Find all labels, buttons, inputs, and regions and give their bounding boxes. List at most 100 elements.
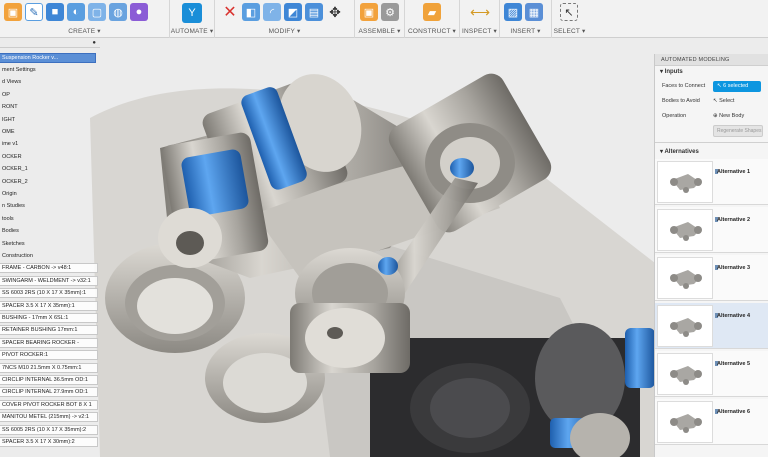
select-label[interactable]: SELECT ▾ xyxy=(552,27,587,35)
toolbar: ▣ ✎ ■ ◐ ▢ ◍ ● CREATE ▾ Y AUTOMATE ▾ ✕ ◧ … xyxy=(0,0,768,38)
browser-item[interactable]: SPACER 3.5 X 17 X 35mm):1 xyxy=(0,300,98,311)
shell-icon[interactable]: ▤ xyxy=(305,3,323,21)
browser-item[interactable]: FRAME - CARBON -> v48:1 xyxy=(0,263,98,274)
browser-item[interactable]: Sketches xyxy=(0,239,60,249)
joint-icon[interactable]: ⚙ xyxy=(381,3,399,21)
alternative-thumbnail[interactable] xyxy=(657,161,713,203)
avoid-selection[interactable]: ↖ Select xyxy=(713,96,734,107)
form-icon[interactable]: ● xyxy=(130,3,148,21)
browser-item[interactable]: Construction xyxy=(0,251,60,261)
browser-item[interactable]: OME xyxy=(0,127,60,137)
browser-item[interactable]: OCKER xyxy=(0,152,60,162)
rocker-preview-icon xyxy=(670,270,702,289)
alternative-name: Alternative 1 xyxy=(717,169,751,175)
browser-item[interactable]: COVER PIVOT ROCKER BOT 8 X 1 xyxy=(0,399,98,410)
browser-item[interactable]: OCKER_1 xyxy=(0,164,60,174)
faces-selection[interactable]: ↖ 6 selected xyxy=(713,81,761,92)
suspension-rocker-model xyxy=(90,73,700,457)
delete-icon[interactable]: ✕ xyxy=(221,3,239,21)
automate-label[interactable]: AUTOMATE ▾ xyxy=(170,27,214,35)
browser-item[interactable]: ime v1 xyxy=(0,139,60,149)
insert-derive-icon[interactable]: ▨ xyxy=(504,3,522,21)
model-viewport[interactable] xyxy=(0,38,768,457)
alternative-thumbnail[interactable] xyxy=(657,305,713,347)
browser-item[interactable]: CIRCLIP INTERNAL 36.5mm OD:1 xyxy=(0,375,98,385)
construct-group[interactable]: ▰ CONSTRUCT ▾ xyxy=(405,0,460,38)
browser-item[interactable]: MANITOU METEL (215mm) -> v2:1 xyxy=(0,412,98,423)
alternative-thumbnail[interactable] xyxy=(657,401,713,443)
browser-item[interactable]: BUSHING - 17mm X 6SL:1 xyxy=(0,313,98,323)
browser-item[interactable]: tools xyxy=(0,214,60,224)
browser-item[interactable]: Bodies xyxy=(0,226,60,236)
inspect-group[interactable]: ⟷ INSPECT ▾ xyxy=(460,0,500,38)
avoid-value: Select xyxy=(719,98,735,104)
new-component-icon[interactable]: ▣ xyxy=(4,3,22,21)
browser-item[interactable]: OP xyxy=(0,90,60,100)
alternatives-header-label: Alternatives xyxy=(664,149,699,155)
chamfer-icon[interactable]: ◩ xyxy=(284,3,302,21)
browser-item[interactable]: OCKER_2 xyxy=(0,177,60,187)
browser-item[interactable]: ment Settings xyxy=(0,65,60,75)
panel-divider xyxy=(655,142,768,143)
extrude-icon[interactable]: ■ xyxy=(46,3,64,21)
insert-label[interactable]: INSERT ▾ xyxy=(500,27,551,35)
move-icon[interactable]: ✥ xyxy=(326,3,344,21)
insert-image-icon[interactable]: ▦ xyxy=(525,3,543,21)
browser-item[interactable]: SPACER 3.5 X 17 X 30mm):2 xyxy=(0,437,98,447)
automated-modeling-icon[interactable]: Y xyxy=(182,3,202,23)
alternative-item[interactable]: Alternative 4 xyxy=(655,303,768,349)
browser-item[interactable]: IGHT xyxy=(0,115,60,125)
alternative-thumbnail[interactable] xyxy=(657,209,713,251)
alternative-item[interactable]: Alternative 6 xyxy=(655,399,768,445)
browser-item[interactable]: SS 6005 2RS (10 X 17 X 35mm):2 xyxy=(0,424,98,435)
select-group[interactable]: ↖ SELECT ▾ xyxy=(552,0,587,38)
create-label[interactable]: CREATE ▾ xyxy=(0,27,169,35)
operation-dropdown[interactable]: ⊕ New Body xyxy=(713,111,744,122)
new-component-assemble-icon[interactable]: ▣ xyxy=(360,3,378,21)
fillet-icon[interactable]: ◜ xyxy=(263,3,281,21)
alternative-thumbnail[interactable] xyxy=(657,353,713,395)
create-group[interactable]: ▣ ✎ ■ ◐ ▢ ◍ ● CREATE ▾ xyxy=(0,0,170,38)
create-sketch-icon[interactable]: ✎ xyxy=(25,3,43,21)
operation-value: New Body xyxy=(719,113,745,119)
modify-group[interactable]: ✕ ◧ ◜ ◩ ▤ ✥ MODIFY ▾ xyxy=(215,0,355,38)
browser-item[interactable]: RONT xyxy=(0,102,60,112)
browser-item[interactable]: SS 6003 2RS (10 X 17 X 35mm):1 xyxy=(0,288,98,299)
automate-group[interactable]: Y AUTOMATE ▾ xyxy=(170,0,215,38)
revolve-icon[interactable]: ◐ xyxy=(67,3,85,21)
sweep-icon[interactable]: ▢ xyxy=(88,3,106,21)
browser-item[interactable]: CIRCLIP INTERNAL 27.9mm OD:1 xyxy=(0,387,98,398)
browser-item[interactable]: 7NCS M10 21.5mm X 0.75mm:1 xyxy=(0,362,98,373)
browser-item[interactable]: PIVOT ROCKER:1 xyxy=(0,350,98,361)
assemble-group[interactable]: ▣ ⚙ ASSEMBLE ▾ xyxy=(355,0,405,38)
browser-item[interactable]: SWINGARM - WELDMENT -> v32:1 xyxy=(0,275,98,286)
rocker-preview-icon xyxy=(670,366,702,385)
browser-item[interactable]: n Studies xyxy=(0,201,60,211)
browser-item[interactable]: Origin xyxy=(0,189,60,199)
inspect-label[interactable]: INSPECT ▾ xyxy=(460,27,499,35)
press-pull-icon[interactable]: ◧ xyxy=(242,3,260,21)
alternative-item[interactable]: Alternative 1 xyxy=(655,159,768,205)
construct-label[interactable]: CONSTRUCT ▾ xyxy=(405,27,459,35)
browser-item[interactable]: SPACER BEARING ROCKER - xyxy=(0,337,98,348)
alternatives-header[interactable]: ▾ Alternatives xyxy=(655,146,768,159)
alternative-name: Alternative 6 xyxy=(717,409,751,415)
assemble-label[interactable]: ASSEMBLE ▾ xyxy=(355,27,404,35)
browser-item[interactable]: d Views xyxy=(0,77,60,87)
browser-item[interactable]: RETAINER BUSHING 17mm:1 xyxy=(0,325,98,336)
insert-group[interactable]: ▨ ▦ INSERT ▾ xyxy=(500,0,552,38)
measure-icon[interactable]: ⟷ xyxy=(470,3,490,21)
offset-plane-icon[interactable]: ▰ xyxy=(423,3,441,21)
alternative-item[interactable]: Alternative 5 xyxy=(655,351,768,397)
alternative-item[interactable]: Alternative 2 xyxy=(655,207,768,253)
alternative-item[interactable]: Alternative 3 xyxy=(655,255,768,301)
pin-icon[interactable]: ● xyxy=(92,38,96,48)
rocker-preview-icon xyxy=(670,222,702,241)
regenerate-button[interactable]: Regenerate Shapes xyxy=(713,125,763,137)
loft-icon[interactable]: ◍ xyxy=(109,3,127,21)
inputs-header[interactable]: ▾ Inputs xyxy=(655,66,768,79)
modify-label[interactable]: MODIFY ▾ xyxy=(215,27,354,35)
browser-root-item[interactable]: Suspension Rocker v... xyxy=(0,53,96,63)
alternative-thumbnail[interactable] xyxy=(657,257,713,299)
select-icon[interactable]: ↖ xyxy=(560,3,578,21)
